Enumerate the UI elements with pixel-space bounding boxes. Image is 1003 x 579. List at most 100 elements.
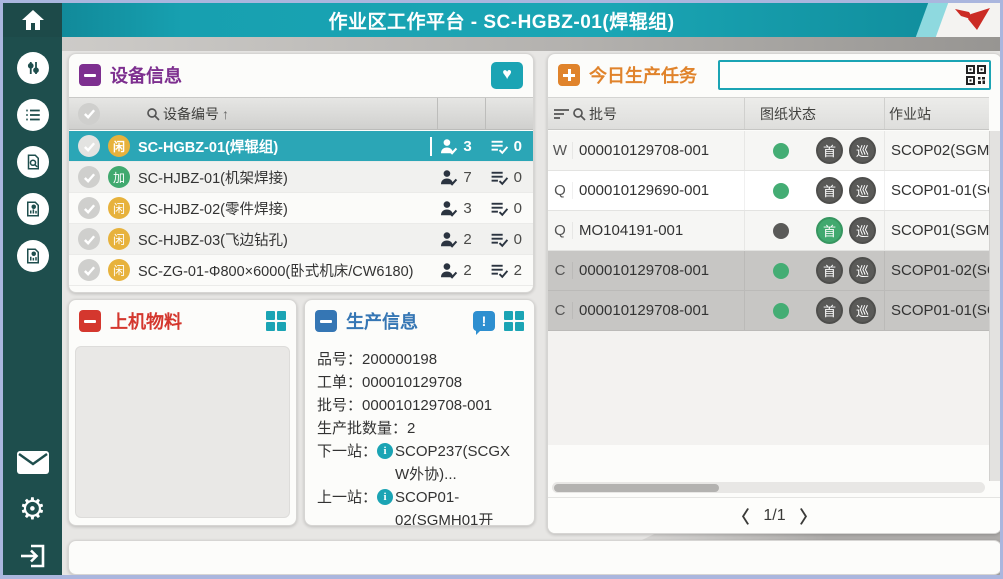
workstation-platform-app: 作业区工作平台 - SC-HGBZ-01(焊辊组) (0, 0, 1003, 579)
vertical-scrollbar[interactable] (989, 131, 1000, 481)
sliders-icon[interactable] (17, 52, 49, 84)
patrol-inspection-button[interactable]: 巡 (849, 137, 876, 164)
row-checkbox[interactable] (78, 259, 100, 281)
task-type: W (548, 142, 572, 159)
info-icon[interactable]: i (377, 443, 393, 459)
materials-empty-area (75, 346, 290, 518)
device-status-badge: 闲 (108, 135, 130, 157)
row-checkbox[interactable] (78, 228, 100, 250)
drawing-status-dot (773, 303, 789, 319)
sort-arrow: ↑ (222, 106, 229, 122)
patrol-inspection-button[interactable]: 巡 (849, 177, 876, 204)
first-inspection-button[interactable]: 首 (816, 297, 843, 324)
drawing-status-dot (773, 143, 789, 159)
filter-icon[interactable] (554, 108, 569, 120)
prev-page-button[interactable]: 〈 (732, 503, 749, 528)
device-status-badge: 闲 (108, 259, 130, 281)
task-batch: 000010129708-001 (572, 262, 744, 279)
gear-icon[interactable]: ⚙ (19, 495, 46, 525)
column-header-drawing-status[interactable]: 图纸状态 (744, 98, 884, 129)
list-icon[interactable] (17, 99, 49, 131)
toolbar-button[interactable] (202, 557, 335, 559)
row-checkbox[interactable] (78, 166, 100, 188)
toolbar-button[interactable] (468, 557, 601, 559)
collapse-icon[interactable] (79, 310, 101, 332)
column-header-batch[interactable]: 批号 (572, 104, 744, 124)
first-inspection-button[interactable]: 首 (816, 137, 843, 164)
column-header-device-code[interactable]: 设备编号↑ (146, 104, 229, 124)
drawing-status-dot (773, 183, 789, 199)
device-status-badge: 闲 (108, 197, 130, 219)
first-inspection-button[interactable]: 首 (816, 257, 843, 284)
add-task-icon[interactable] (558, 64, 580, 86)
search-icon (572, 107, 586, 121)
horizontal-scrollbar[interactable] (552, 482, 985, 493)
column-header-station[interactable]: 作业站 (884, 98, 989, 129)
operator-count: 2 (463, 262, 471, 279)
doc-search-icon[interactable] (17, 146, 49, 178)
device-row[interactable]: 加 SC-HJBZ-01(机架焊接) 7 0 (69, 162, 533, 193)
task-row[interactable]: C 000010129708-001 首 巡 SCOP01-02(SGM... (548, 251, 989, 291)
tasks-panel-title: 今日生产任务 (589, 62, 697, 88)
task-search-input[interactable] (718, 60, 991, 90)
task-row[interactable]: C 000010129708-001 首 巡 SCOP01-01(SGM... (548, 291, 989, 331)
patrol-inspection-button[interactable]: 巡 (849, 297, 876, 324)
scrollbar-thumb[interactable] (554, 484, 719, 492)
field-value: 200000198 (362, 348, 437, 371)
task-row[interactable]: W 000010129708-001 首 巡 SCOP02(SGMH0... (548, 131, 989, 171)
production-panel-title: 生产信息 (346, 308, 418, 334)
toolbar-button[interactable] (69, 557, 202, 559)
device-row[interactable]: 闲 SC-HJBZ-03(飞边钻孔) 2 0 (69, 224, 533, 255)
mail-icon[interactable] (16, 450, 50, 475)
row-checkbox[interactable] (78, 135, 100, 157)
patrol-inspection-button[interactable]: 巡 (849, 257, 876, 284)
task-station: SCOP01-02(SGM... (884, 251, 989, 290)
equipment-panel-title: 设备信息 (110, 62, 182, 88)
task-type: Q (548, 182, 572, 199)
toolbar-button[interactable] (602, 557, 735, 559)
grid-view-icon[interactable] (504, 311, 524, 331)
sidebar-nav: ⚙ (3, 37, 62, 575)
grid-view-icon[interactable] (266, 311, 286, 331)
logout-icon[interactable] (19, 542, 47, 570)
toolbar-button[interactable] (735, 557, 868, 559)
select-all-checkbox[interactable] (78, 103, 100, 125)
next-page-button[interactable]: 〉 (800, 503, 817, 528)
device-row[interactable]: 闲 SC-HGBZ-01(焊辊组) 3 0 (69, 131, 533, 162)
qr-scan-icon[interactable] (966, 65, 986, 85)
task-station: SCOP01-01(SGM... (884, 291, 989, 330)
alert-message-icon[interactable]: ! (473, 311, 495, 331)
job-count: 0 (514, 138, 522, 155)
report-pie-icon[interactable] (17, 193, 49, 225)
device-row[interactable]: 闲 SC-ZG-01-Φ800×6000(卧式机床/CW6180) 2 2 (69, 255, 533, 286)
device-metrics: 2 0 (439, 230, 524, 249)
operator-count: 2 (463, 231, 471, 248)
toolbar-button[interactable] (868, 557, 1000, 559)
tasks-table-header: 批号 图纸状态 作业站 (548, 97, 989, 130)
production-info-panel: 生产信息 ! 品号： 200000198 工单： 000010129708 批号… (304, 299, 535, 526)
row-checkbox[interactable] (78, 197, 100, 219)
task-batch: MO104191-001 (572, 222, 744, 239)
device-code: SC-HJBZ-03(飞边钻孔) (138, 229, 288, 250)
first-inspection-button[interactable]: 首 (816, 217, 843, 244)
operator-count-icon (439, 137, 458, 156)
patrol-inspection-button[interactable]: 巡 (849, 217, 876, 244)
info-icon[interactable]: i (377, 489, 393, 505)
field-value: 000010129708 (362, 371, 462, 394)
collapse-icon[interactable] (79, 64, 101, 86)
action-toolbar (68, 540, 1000, 575)
task-row[interactable]: Q 000010129690-001 首 巡 SCOP01-01(SGM... (548, 171, 989, 211)
production-field: 上一站： i SCOP01-02(SGMH01开 (317, 486, 528, 525)
device-row[interactable]: 闲 SC-HJBZ-02(零件焊接) 3 0 (69, 193, 533, 224)
first-inspection-button[interactable]: 首 (816, 177, 843, 204)
task-station: SCOP01-01(SGM... (884, 171, 989, 210)
favorite-heart-button[interactable]: ♥ (491, 62, 523, 89)
task-batch: 000010129708-001 (572, 142, 744, 159)
production-fields: 品号： 200000198 工单： 000010129708 批号： 00001… (317, 348, 528, 525)
report-bar-icon[interactable] (17, 240, 49, 272)
task-row[interactable]: Q MO104191-001 首 巡 SCOP01(SGMH0... (548, 211, 989, 251)
heart-icon: ♥ (502, 67, 512, 83)
home-button[interactable] (3, 3, 62, 37)
toolbar-button[interactable] (335, 557, 468, 559)
collapse-icon[interactable] (315, 310, 337, 332)
